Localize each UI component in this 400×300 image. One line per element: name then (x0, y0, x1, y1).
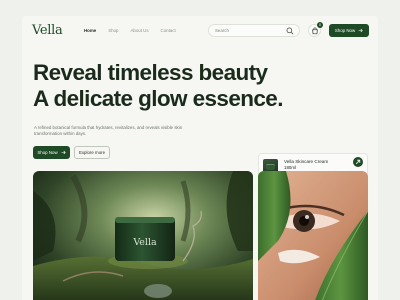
explore-more-button[interactable]: Explore more (74, 146, 110, 159)
page-frame: Vella Home Shop About Us Contact Search … (22, 16, 378, 300)
product-size: 180ml (284, 165, 296, 170)
search-icon[interactable] (286, 27, 294, 35)
top-navigation: Vella Home Shop About Us Contact Search … (22, 16, 378, 46)
arrow-right-icon (61, 150, 66, 155)
nav-link-contact[interactable]: Contact (161, 28, 176, 33)
explore-more-label: Explore more (78, 150, 106, 155)
product-open-button[interactable] (353, 157, 363, 167)
nav-link-about[interactable]: About Us (130, 28, 148, 33)
arrow-up-right-icon (355, 159, 361, 165)
bag-icon (312, 27, 318, 35)
nav-link-home[interactable]: Home (84, 28, 96, 33)
hero-product-image: Vella (33, 171, 253, 300)
model-eye-image (258, 171, 368, 300)
shop-now-nav-label: Shop Now (334, 28, 356, 33)
search-input[interactable]: Search (208, 24, 300, 37)
product-name: Vella Skincare Cream (284, 159, 329, 164)
shop-now-label: Shop Now (37, 150, 58, 155)
cart-button[interactable]: 0 (308, 22, 323, 37)
shop-now-nav-button[interactable]: Shop Now (329, 24, 369, 37)
nav-menu: Home Shop About Us Contact (84, 28, 176, 33)
nav-link-shop[interactable]: Shop (108, 28, 118, 33)
hero-title-line1: Reveal timeless beauty (33, 60, 268, 85)
hero-title-line2: A delicate glow essence. (33, 86, 283, 111)
hero-title: Reveal timeless beauty A delicate glow e… (33, 60, 283, 112)
jar-brand-text: Vella (132, 237, 157, 248)
brand-logo[interactable]: Vella (32, 23, 63, 38)
cart-count-badge: 0 (317, 22, 323, 28)
search-placeholder: Search (215, 28, 229, 33)
shop-now-button[interactable]: Shop Now (33, 146, 70, 159)
hero-subtitle: A refined botanical formula that hydrate… (34, 125, 183, 137)
arrow-right-icon (358, 28, 363, 33)
